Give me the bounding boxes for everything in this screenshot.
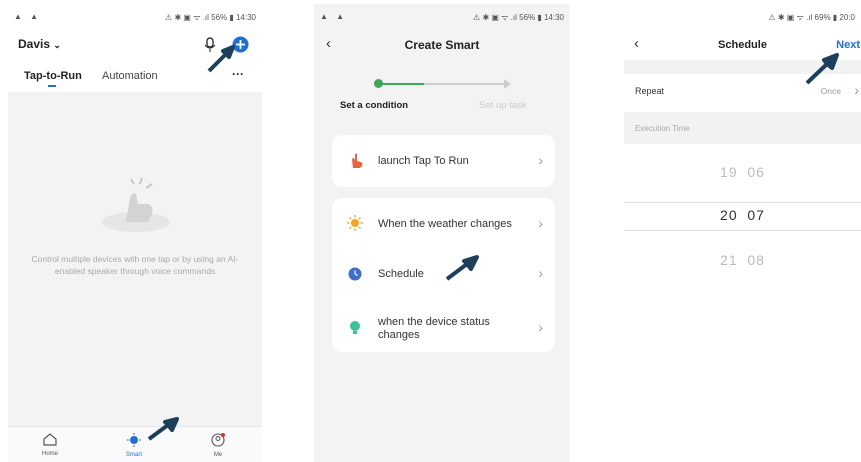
status-bar: ⚠ ✱ ▣ ᯤ .ıl 69% ▮ 20:0 (624, 4, 861, 26)
bottom-nav: Home Smart Me (8, 426, 262, 462)
condition-schedule-label: Schedule (378, 268, 424, 280)
sun-icon (347, 215, 363, 231)
minute-value: 07 (747, 207, 765, 223)
bulb-icon (350, 321, 360, 334)
chevron-right-icon: › (538, 319, 543, 335)
time-option-previous[interactable]: 19 06 (624, 164, 861, 180)
nav-home-label: Home (41, 451, 58, 457)
condition-device-status-label: when the device status changes (378, 316, 490, 341)
status-left: ▲ ▲ (14, 12, 42, 21)
hour-value: 20 (720, 207, 738, 223)
tab-indicator (48, 85, 56, 87)
step-dot-active (374, 79, 383, 88)
execution-time-header: Execution Time (624, 112, 861, 144)
status-left: ▲ ▲ (320, 12, 348, 21)
tab-tap-to-run[interactable]: Tap-to-Run (24, 70, 82, 82)
tap-hand-illustration (96, 174, 176, 239)
time-option-next[interactable]: 21 08 (624, 252, 861, 268)
status-right: ⚠ ✱ ▣ ᯤ .ıl 69% ▮ 20:0 (768, 13, 855, 22)
chevron-right-icon: › (538, 215, 543, 231)
launch-tap-to-run-card[interactable]: launch Tap To Run › (332, 135, 555, 187)
condition-device-status[interactable]: when the device status changes › (332, 306, 555, 350)
nav-me-label: Me (213, 452, 223, 458)
execution-time-label: Execution Time (635, 124, 690, 133)
schedule-screen: ⚠ ✱ ▣ ᯤ .ıl 69% ▮ 20:0 ‹ Schedule Next R… (624, 4, 861, 462)
page-title: Schedule (718, 39, 767, 51)
minute-value: 08 (747, 252, 765, 268)
condition-weather-label: When the weather changes (378, 218, 512, 230)
pointer-arrow-icon (147, 417, 179, 441)
hand-tap-icon (352, 153, 363, 168)
home-name: Davis (18, 37, 51, 51)
launch-label: launch Tap To Run (378, 155, 469, 167)
nav-smart-label: Smart (125, 452, 142, 458)
nav-home[interactable]: Home (38, 433, 62, 457)
home-icon (43, 433, 57, 446)
chevron-right-icon: › (854, 82, 859, 98)
repeat-value: Once (820, 86, 841, 96)
create-smart-screen: ▲ ▲ ⚠ ✱ ▣ ᯤ .ıl 56% ▮ 14:30 ‹ Create Sma… (314, 4, 570, 462)
step-progress (378, 83, 424, 85)
hour-value: 21 (720, 252, 738, 268)
condition-weather[interactable]: When the weather changes › (332, 202, 555, 246)
sun-icon (127, 433, 141, 447)
chevron-right-icon: › (538, 152, 543, 168)
home-selector[interactable]: Davis ⌄ (18, 37, 61, 51)
pointer-arrow-icon (207, 45, 235, 73)
nav-me[interactable]: Me (206, 433, 230, 458)
time-option-selected[interactable]: 20 07 (624, 207, 861, 223)
repeat-label: Repeat (635, 86, 665, 96)
pointer-arrow-icon (445, 255, 479, 281)
picker-divider (624, 230, 861, 231)
status-right: ⚠ ✱ ▣ ᯤ .ıl 56% ▮ 14:30 (473, 13, 564, 22)
step-label-pending: Set up task (479, 100, 527, 111)
nav-smart[interactable]: Smart (122, 433, 146, 458)
picker-divider (624, 202, 861, 203)
step-arrow-icon (504, 79, 511, 89)
step-label-active: Set a condition (340, 100, 409, 111)
chevron-down-icon: ⌄ (53, 40, 61, 50)
person-icon (211, 433, 225, 447)
status-right: ⚠ ✱ ▣ ᯤ .ıl 56% ▮ 14:30 (165, 13, 256, 22)
chevron-right-icon: › (538, 265, 543, 281)
tab-automation[interactable]: Automation (102, 70, 158, 82)
status-bar: ▲ ▲ ⚠ ✱ ▣ ᯤ .ıl 56% ▮ 14:30 (8, 4, 262, 26)
hour-value: 19 (720, 164, 738, 180)
next-button[interactable]: Next (836, 39, 860, 51)
time-picker[interactable]: 19 06 20 07 21 08 (624, 144, 861, 292)
status-bar: ▲ ▲ ⚠ ✱ ▣ ᯤ .ıl 56% ▮ 14:30 (314, 4, 570, 26)
pointer-arrow-icon (805, 53, 839, 85)
page-title: Create Smart (404, 38, 480, 52)
smart-screen: ▲ ▲ ⚠ ✱ ▣ ᯤ .ıl 56% ▮ 14:30 Davis ⌄ Tap-… (8, 4, 262, 462)
minute-value: 06 (747, 164, 765, 180)
empty-state-text: Control multiple devices with one tap or… (31, 254, 239, 276)
clock-icon (348, 267, 362, 281)
